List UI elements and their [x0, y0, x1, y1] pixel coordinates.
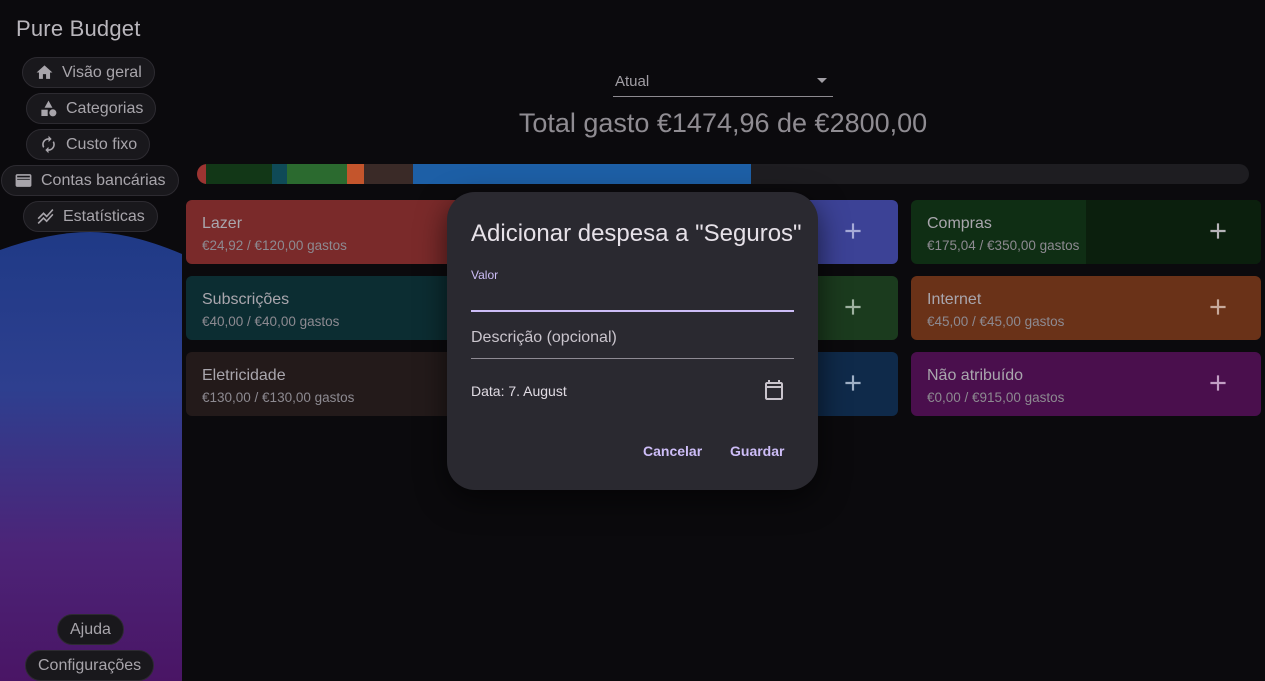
progress-segment [364, 164, 413, 184]
category-card-compras[interactable]: Compras €175,04 / €350,00 gastos [911, 200, 1261, 264]
plus-icon [1210, 375, 1226, 391]
progress-segment [413, 164, 752, 184]
add-expense-dialog: Adicionar despesa a "Seguros" Valor Desc… [447, 192, 818, 490]
progress-segment [206, 164, 273, 184]
add-expense-nao-atribuido-button[interactable] [1205, 370, 1231, 396]
progress-segment [347, 164, 365, 184]
nav-bank-accounts-label: Contas bancárias [41, 171, 166, 189]
app-window: Pure Budget Visão geral Categorias Custo… [0, 0, 1265, 681]
plus-icon [845, 223, 861, 239]
description-input[interactable]: Descrição (opcional) [471, 324, 794, 359]
category-progress-fill [1086, 200, 1261, 264]
app-title: Pure Budget [16, 16, 141, 41]
category-amount: €0,00 / €915,00 gastos [927, 390, 1065, 405]
nav-bank-accounts-button[interactable]: Contas bancárias [1, 165, 179, 196]
settings-label: Configurações [38, 656, 142, 674]
help-label: Ajuda [70, 620, 111, 638]
category-amount: €45,00 / €45,00 gastos [927, 314, 1065, 329]
add-expense-button[interactable] [840, 294, 866, 320]
plus-icon [845, 375, 861, 391]
calendar-icon[interactable] [762, 378, 786, 402]
chevron-down-icon [817, 78, 827, 83]
add-expense-seguros-button[interactable] [840, 218, 866, 244]
add-expense-compras-button[interactable] [1205, 218, 1231, 244]
progress-segment [287, 164, 348, 184]
dialog-title: Adicionar despesa a "Seguros" [471, 220, 802, 247]
nav-overview-button[interactable]: Visão geral [22, 57, 155, 88]
plus-icon [1210, 223, 1226, 239]
category-card-lazer[interactable]: Lazer €24,92 / €120,00 gastos [186, 200, 486, 264]
category-card-nao-atribuido[interactable]: Não atribuído €0,00 / €915,00 gastos [911, 352, 1261, 416]
date-text: Data: 7. August [471, 383, 567, 399]
category-amount: €175,04 / €350,00 gastos [927, 238, 1080, 253]
category-name: Lazer [202, 215, 243, 232]
budget-progress-bar [197, 164, 1249, 184]
settings-button[interactable]: Configurações [25, 650, 155, 681]
category-amount: €40,00 / €40,00 gastos [202, 314, 340, 329]
save-button[interactable]: Guardar [730, 443, 784, 459]
category-card-internet[interactable]: Internet €45,00 / €45,00 gastos [911, 276, 1261, 340]
description-placeholder: Descrição (opcional) [471, 329, 617, 346]
wallet-icon [15, 174, 32, 187]
plus-icon [845, 299, 861, 315]
value-field-label: Valor [471, 268, 499, 282]
add-expense-button[interactable] [840, 370, 866, 396]
period-selected-value: Atual [615, 73, 650, 90]
period-dropdown[interactable]: Atual [613, 69, 833, 97]
progress-segment [272, 164, 288, 184]
category-name: Não atribuído [927, 367, 1024, 384]
nav-statistics-button[interactable]: Estatísticas [23, 201, 158, 232]
category-amount: €130,00 / €130,00 gastos [202, 390, 355, 405]
nav-overview-label: Visão geral [62, 63, 142, 81]
stacked-line-chart-icon [37, 208, 54, 225]
add-expense-internet-button[interactable] [1205, 294, 1231, 320]
category-name: Eletricidade [202, 367, 286, 384]
home-icon [36, 65, 53, 79]
help-button[interactable]: Ajuda [57, 614, 124, 645]
category-amount: €24,92 / €120,00 gastos [202, 238, 347, 253]
total-spent-text: Total gasto €1474,96 de €2800,00 [518, 108, 928, 138]
category-card-subscricoes[interactable]: Subscrições €40,00 / €40,00 gastos [186, 276, 486, 340]
cancel-button[interactable]: Cancelar [643, 443, 702, 459]
category-card-eletricidade[interactable]: Eletricidade €130,00 / €130,00 gastos [186, 352, 486, 416]
progress-segment [197, 164, 207, 184]
category-name: Subscrições [202, 291, 290, 308]
category-name: Internet [927, 291, 982, 308]
nav-statistics-label: Estatísticas [63, 207, 145, 225]
category-name: Compras [927, 215, 992, 232]
plus-icon [1210, 299, 1226, 315]
value-input[interactable] [471, 282, 794, 312]
